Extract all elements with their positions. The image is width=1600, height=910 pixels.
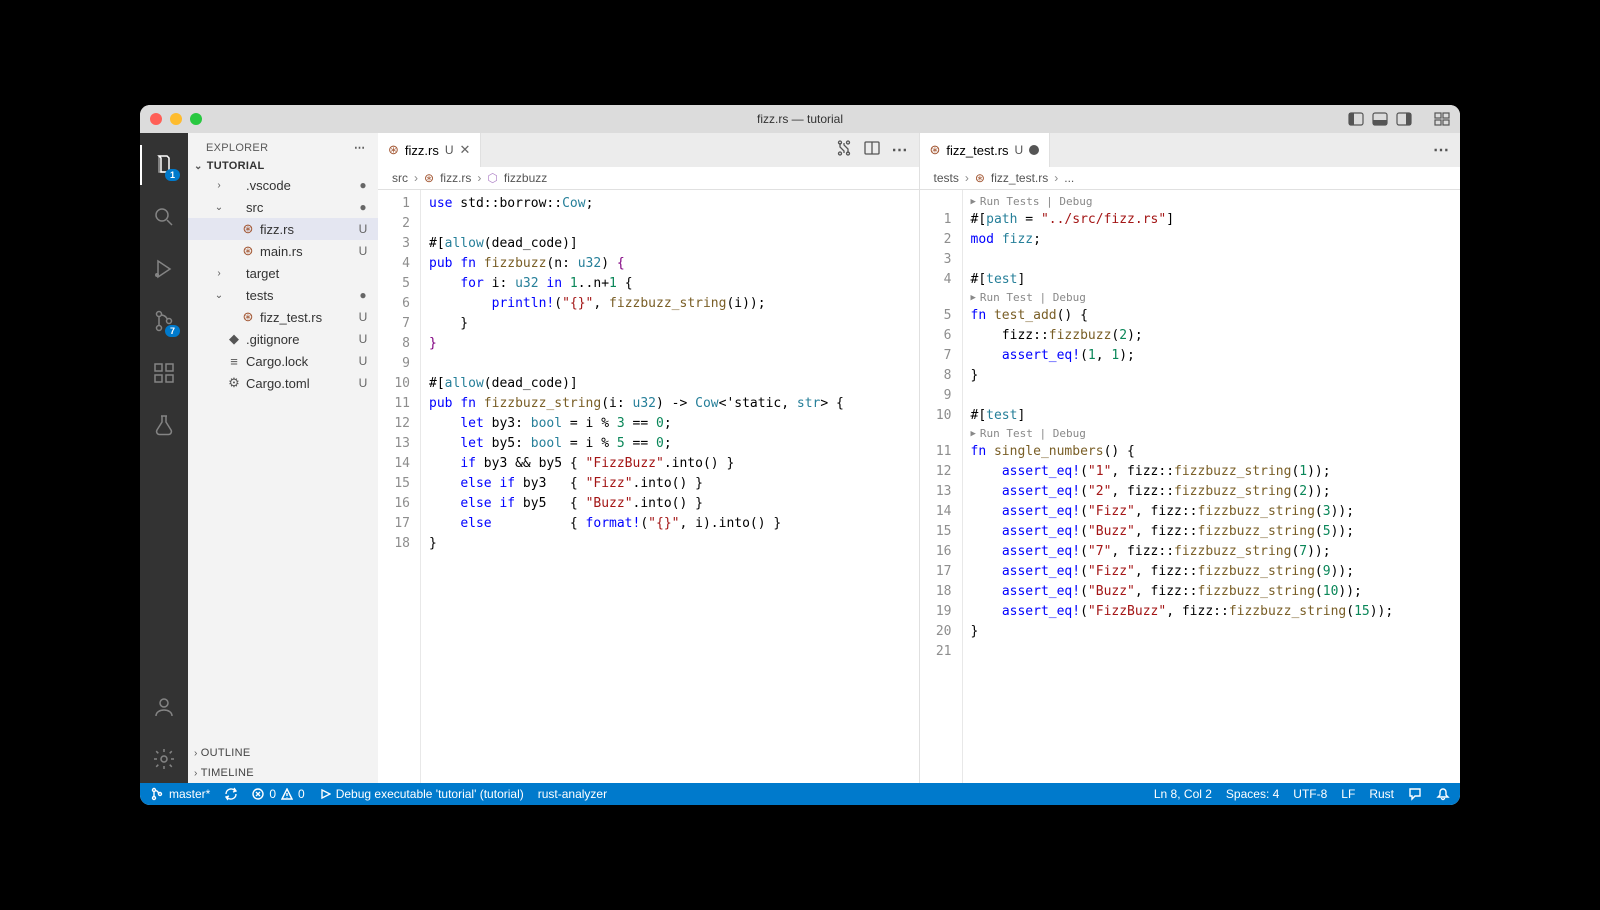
file-tree: ›.vscode●⌄src●⊛fizz.rsU⊛main.rsU›target⌄… (188, 174, 378, 394)
tab-status: U (1015, 143, 1024, 157)
branch-status[interactable]: master* (150, 787, 210, 801)
close-tab-icon[interactable]: ✕ (460, 142, 471, 158)
accounts-activity-icon[interactable] (140, 683, 188, 731)
tree-item[interactable]: ⊛fizz.rsU (188, 218, 378, 240)
run-activity-icon[interactable] (140, 245, 188, 293)
lsp-status[interactable]: rust-analyzer (538, 787, 607, 801)
lines-left[interactable]: use std::borrow::Cow;​#[allow(dead_code)… (420, 190, 919, 783)
code-right[interactable]: 123456789101112131415161718192021 ▶Run T… (920, 190, 1461, 783)
tree-item[interactable]: ◆.gitignoreU (188, 328, 378, 350)
codelens[interactable]: ▶Run Test | Debug (971, 290, 1453, 306)
tab-fizz-test-rs[interactable]: ⊛ fizz_test.rs U (920, 133, 1051, 167)
toggle-primary-side-bar-icon[interactable] (1348, 111, 1364, 127)
feedback-icon[interactable] (1408, 787, 1422, 801)
tab-actions-left: ⋯ (836, 133, 919, 167)
codelens[interactable]: ▶Run Test | Debug (971, 426, 1453, 442)
debug-status[interactable]: Debug executable 'tutorial' (tutorial) (319, 787, 524, 801)
sidebar-title: EXPLORER (206, 142, 268, 154)
titlebar: fizz.rs — tutorial (140, 105, 1460, 133)
settings-activity-icon[interactable] (140, 735, 188, 783)
search-activity-icon[interactable] (140, 193, 188, 241)
statusbar: master* 0 0 Debug executable 'tutorial' … (140, 783, 1460, 805)
version-control-icon[interactable] (836, 140, 852, 161)
extensions-activity-icon[interactable] (140, 349, 188, 397)
tree-item[interactable]: ⊛main.rsU (188, 240, 378, 262)
language-status[interactable]: Rust (1369, 787, 1394, 801)
breadcrumbs-right[interactable]: tests› ⊛fizz_test.rs› ... (920, 167, 1461, 190)
editor-left: ⊛ fizz.rs U ✕ ⋯ src› ⊛fizz.rs› ⬡fizzbuzz (378, 133, 919, 783)
editor-group: ⊛ fizz.rs U ✕ ⋯ src› ⊛fizz.rs› ⬡fizzbuzz (378, 133, 1460, 783)
folder-root[interactable]: ⌄ TUTORIAL (188, 158, 378, 174)
rust-icon: ⊛ (930, 142, 941, 158)
eol-status[interactable]: LF (1341, 787, 1355, 801)
layout-controls (1348, 111, 1450, 127)
scm-activity-icon[interactable]: 7 (140, 297, 188, 345)
tabs-left: ⊛ fizz.rs U ✕ ⋯ (378, 133, 919, 167)
rust-icon: ⊛ (388, 142, 399, 158)
lines-right[interactable]: ▶Run Tests | Debug#[path = "../src/fizz.… (962, 190, 1461, 783)
tree-item[interactable]: ⚙Cargo.tomlU (188, 372, 378, 394)
tab-status: U (445, 143, 454, 157)
split-editor-icon[interactable] (864, 140, 880, 161)
codelens[interactable]: ▶Run Tests | Debug (971, 194, 1453, 210)
explorer-badge: 1 (165, 169, 180, 181)
zoom-window-button[interactable] (190, 113, 202, 125)
notifications-icon[interactable] (1436, 787, 1450, 801)
outline-section[interactable]: › OUTLINE (188, 743, 378, 763)
toggle-panel-icon[interactable] (1372, 111, 1388, 127)
customize-layout-icon[interactable] (1434, 111, 1450, 127)
tab-label: fizz.rs (405, 143, 439, 158)
tree-item[interactable]: ›.vscode● (188, 174, 378, 196)
tab-actions-right: ⋯ (1433, 133, 1460, 167)
activity-bar: 1 7 (140, 133, 188, 783)
workbench: 1 7 (140, 133, 1460, 783)
more-tab-actions-icon[interactable]: ⋯ (1433, 140, 1450, 160)
vscode-window: fizz.rs — tutorial 1 7 (140, 105, 1460, 805)
tab-label: fizz_test.rs (946, 143, 1008, 158)
cursor-position[interactable]: Ln 8, Col 2 (1154, 787, 1212, 801)
window-title: fizz.rs — tutorial (757, 112, 843, 126)
toggle-secondary-side-bar-icon[interactable] (1396, 111, 1412, 127)
tree-item[interactable]: ›target (188, 262, 378, 284)
breadcrumbs-left[interactable]: src› ⊛fizz.rs› ⬡fizzbuzz (378, 167, 919, 190)
gutter-right: 123456789101112131415161718192021 (920, 190, 962, 783)
close-window-button[interactable] (150, 113, 162, 125)
root-name: TUTORIAL (207, 160, 265, 172)
editor-right: ⊛ fizz_test.rs U ⋯ tests› ⊛fizz_test.rs›… (919, 133, 1461, 783)
explorer-sidebar: EXPLORER ⋯ ⌄ TUTORIAL ›.vscode●⌄src●⊛fiz… (188, 133, 378, 783)
timeline-section[interactable]: › TIMELINE (188, 763, 378, 783)
testing-activity-icon[interactable] (140, 401, 188, 449)
tabs-right: ⊛ fizz_test.rs U ⋯ (920, 133, 1461, 167)
tab-fizz-rs[interactable]: ⊛ fizz.rs U ✕ (378, 133, 481, 167)
traffic-lights (150, 113, 202, 125)
tree-item[interactable]: ⌄src● (188, 196, 378, 218)
sync-status[interactable] (224, 787, 238, 801)
indent-status[interactable]: Spaces: 4 (1226, 787, 1279, 801)
sidebar-header: EXPLORER ⋯ (188, 133, 378, 158)
encoding-status[interactable]: UTF-8 (1293, 787, 1327, 801)
more-tab-actions-icon[interactable]: ⋯ (892, 140, 909, 160)
gutter-left: 123456789101112131415161718 (378, 190, 420, 783)
code-left[interactable]: 123456789101112131415161718 use std::bor… (378, 190, 919, 783)
tab-dirty-icon (1029, 145, 1039, 155)
explorer-activity-icon[interactable]: 1 (140, 141, 188, 189)
tree-item[interactable]: ⌄tests● (188, 284, 378, 306)
problems-status[interactable]: 0 0 (252, 787, 304, 801)
tree-item[interactable]: ⊛fizz_test.rsU (188, 306, 378, 328)
tree-item[interactable]: ≡Cargo.lockU (188, 350, 378, 372)
scm-badge: 7 (165, 325, 180, 337)
more-actions-icon[interactable]: ⋯ (354, 141, 366, 154)
minimize-window-button[interactable] (170, 113, 182, 125)
